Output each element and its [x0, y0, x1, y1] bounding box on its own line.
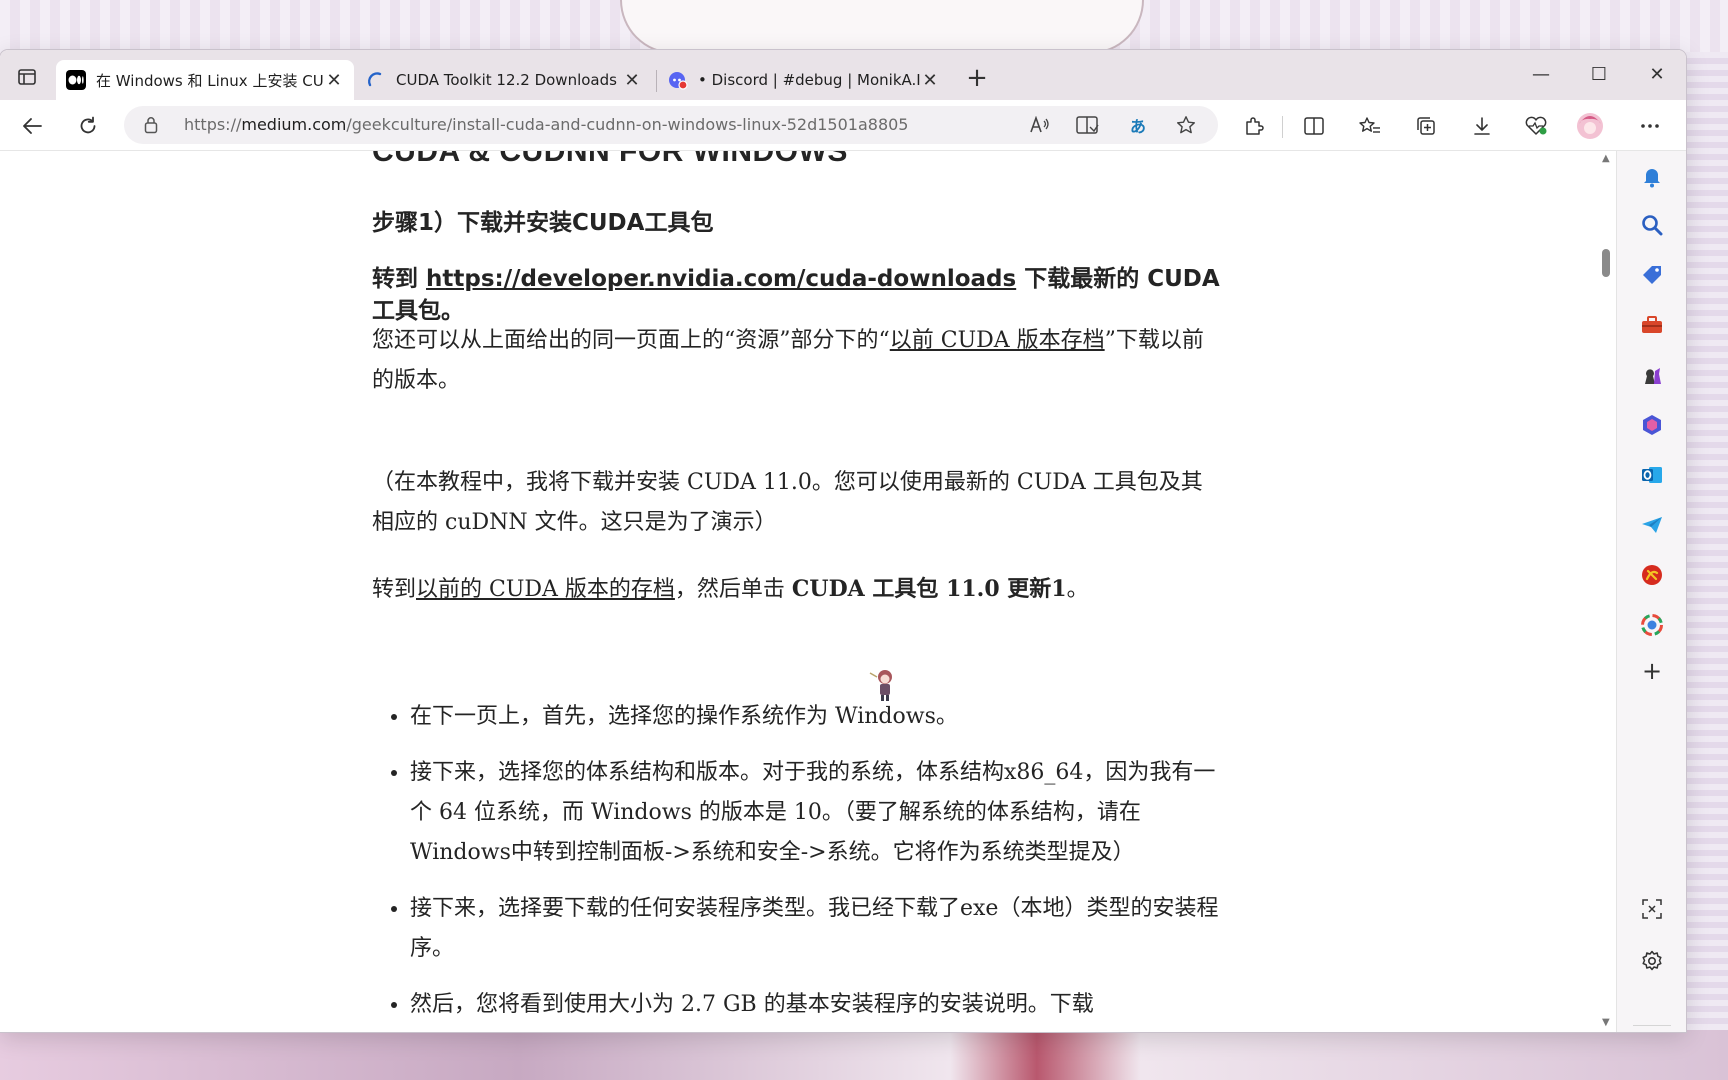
- p3-prefix: 转到: [372, 577, 417, 602]
- tab-title: • Discord | #debug | MonikA.I.: [698, 71, 920, 89]
- tab-medium-article[interactable]: 在 Windows 和 Linux 上安装 CUD ✕: [56, 60, 354, 100]
- tab-cuda-toolkit[interactable]: CUDA Toolkit 12.2 Downloads | N ✕: [356, 60, 652, 100]
- tab-title: CUDA Toolkit 12.2 Downloads | N: [396, 71, 622, 89]
- tab-separator: [656, 70, 657, 92]
- refresh-icon[interactable]: [72, 110, 104, 142]
- read-aloud-icon[interactable]: [1026, 112, 1054, 138]
- browser-essentials-icon[interactable]: [1520, 110, 1552, 142]
- paragraph-tutorial-note: （在本教程中，我将下载并安装 CUDA 11.0。您可以使用最新的 CUDA 工…: [372, 470, 1203, 535]
- split-screen-icon[interactable]: [1298, 110, 1330, 142]
- navigation-toolbar: https://medium.com/geekculture/install-c…: [0, 100, 1686, 151]
- paragraph-goto-archive: 转到以前的 CUDA 版本的存档，然后单击 CUDA 工具包 11.0 更新1。: [372, 569, 1222, 610]
- wallpaper-character: [620, 0, 1144, 54]
- url-text: https://medium.com/geekculture/install-c…: [184, 115, 909, 134]
- edge-sidebar: +: [1616, 151, 1686, 1032]
- p1-prefix: 您还可以从上面给出的同一页面上的“资源”部分下的“: [372, 328, 890, 353]
- collections-icon[interactable]: [1410, 110, 1442, 142]
- cuda-downloads-link[interactable]: https://developer.nvidia.com/cuda-downlo…: [426, 266, 1016, 292]
- previous-cuda-archive-link[interactable]: 以前的 CUDA 版本的存档: [416, 577, 675, 602]
- shopping-tag-icon[interactable]: [1638, 261, 1666, 289]
- p3-suffix: 。: [1066, 577, 1089, 602]
- close-tab-icon[interactable]: ✕: [622, 70, 642, 91]
- search-icon[interactable]: [1638, 211, 1666, 239]
- downloads-icon[interactable]: [1466, 110, 1498, 142]
- translate-glyph: あ: [1129, 117, 1146, 136]
- add-icon[interactable]: +: [1638, 657, 1666, 685]
- minimize-button[interactable]: —: [1512, 60, 1570, 90]
- back-icon[interactable]: [16, 110, 48, 142]
- list-item: 在下一页上，首先，选择您的操作系统作为 Windows。: [410, 697, 1222, 737]
- scroll-up-icon[interactable]: ▲: [1602, 153, 1610, 164]
- page-content: CUDA & CUDNN FOR WINDOWS 步骤1）下载并安装CUDA工具…: [0, 151, 1616, 1032]
- tab-title: 在 Windows 和 Linux 上安装 CUD: [96, 71, 324, 90]
- desktop-wallpaper-right: [1686, 52, 1728, 1032]
- medium-logo-icon: [66, 70, 86, 90]
- screenshot-icon[interactable]: [1638, 895, 1666, 923]
- new-tab-button[interactable]: +: [962, 64, 992, 94]
- translate-icon[interactable]: あ: [1124, 112, 1152, 138]
- settings-icon[interactable]: [1638, 947, 1666, 975]
- more-icon[interactable]: [1634, 110, 1666, 142]
- scroll-down-icon[interactable]: ▼: [1602, 1017, 1610, 1028]
- section-heading: CUDA & CUDNN FOR WINDOWS: [372, 151, 848, 168]
- toolbox-icon[interactable]: [1638, 311, 1666, 339]
- drop-icon[interactable]: [1638, 611, 1666, 639]
- step-heading: 步骤1）下载并安装CUDA工具包: [372, 210, 714, 236]
- outlook-icon[interactable]: [1638, 461, 1666, 489]
- desktop-wallpaper-bottom: [0, 1030, 1728, 1080]
- steps-list: 在下一页上，首先，选择您的操作系统作为 Windows。 接下来，选择您的体系结…: [372, 697, 1222, 1032]
- tab-strip: 在 Windows 和 Linux 上安装 CUD ✕ CUDA Toolkit…: [0, 50, 1686, 100]
- favorite-star-icon[interactable]: [1172, 112, 1200, 138]
- profile-avatar[interactable]: [1574, 110, 1606, 142]
- list-item: 接下来，选择要下载的任何安装程序类型。我已经下载了exe（本地）类型的安装程序。: [410, 889, 1222, 969]
- list-item: 接下来，选择您的体系结构和版本。对于我的系统，体系结构x86_64，因为我有一个…: [410, 753, 1222, 873]
- close-window-button[interactable]: ✕: [1628, 60, 1686, 90]
- close-tab-icon[interactable]: ✕: [324, 70, 344, 91]
- copilot-icon[interactable]: [1638, 411, 1666, 439]
- address-bar[interactable]: https://medium.com/geekculture/install-c…: [124, 106, 1218, 144]
- tab-discord[interactable]: • Discord | #debug | MonikA.I. ✕: [658, 60, 950, 100]
- favorites-icon[interactable]: [1354, 110, 1386, 142]
- close-tab-icon[interactable]: ✕: [920, 70, 940, 91]
- list-item: 然后，您将看到使用大小为 2.7 GB 的基本安装程序的安装说明。下载: [410, 985, 1222, 1025]
- page-scrollbar[interactable]: ▲ ▼: [1598, 151, 1616, 1032]
- extensions-icon[interactable]: [1238, 110, 1270, 142]
- discord-logo-icon: [668, 70, 688, 90]
- cuda-archive-link[interactable]: 以前 CUDA 版本存档: [890, 328, 1105, 353]
- p3-middle: ，然后单击: [674, 577, 792, 602]
- paragraph-archive: 您还可以从上面给出的同一页面上的“资源”部分下的“以前 CUDA 版本存档”下载…: [372, 321, 1222, 401]
- telegram-icon[interactable]: [1638, 511, 1666, 539]
- tab-actions-icon[interactable]: [14, 64, 40, 90]
- immersive-reader-icon[interactable]: [1074, 112, 1102, 138]
- scrollbar-thumb[interactable]: [1602, 249, 1610, 277]
- goto-prefix: 转到: [372, 266, 427, 292]
- browser-window: 在 Windows 和 Linux 上安装 CUD ✕ CUDA Toolkit…: [0, 50, 1686, 1032]
- loading-icon: [366, 70, 386, 90]
- lock-icon[interactable]: [144, 116, 158, 138]
- soviet-emblem-icon[interactable]: [1638, 561, 1666, 589]
- chess-icon[interactable]: [1638, 361, 1666, 389]
- sidebar-divider: [1633, 1025, 1671, 1026]
- desktop-mascot-icon: [869, 670, 892, 701]
- bell-icon[interactable]: [1638, 163, 1666, 191]
- p3-bold: CUDA 工具包 11.0 更新1: [791, 576, 1067, 602]
- toolbar-divider: [1282, 116, 1283, 138]
- goto-heading: 转到 https://developer.nvidia.com/cuda-dow…: [372, 263, 1222, 327]
- maximize-button[interactable]: ☐: [1570, 60, 1628, 90]
